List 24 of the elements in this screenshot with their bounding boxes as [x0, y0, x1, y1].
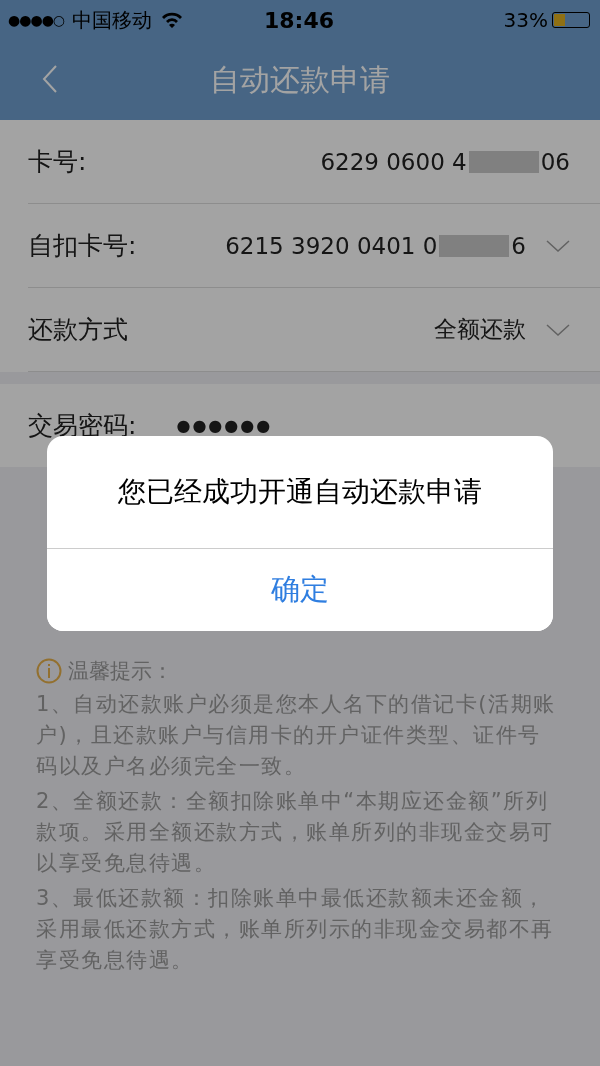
redaction-mark [468, 150, 539, 173]
clock-time: 18:46 [264, 7, 334, 33]
wifi-icon [160, 11, 185, 29]
carrier-name: 中国移动 [72, 6, 153, 34]
page-title: 自动还款申请 [210, 60, 390, 99]
tip-text: 1、自动还款账户必须是您本人名下的借记卡(活期账户)，且还款账户与信用卡的开户证件类型、证件号码以及户名必须完全一致。 [36, 691, 557, 780]
field-label: 卡号: [28, 146, 87, 178]
field-label: 自扣卡号: [28, 230, 137, 262]
card-number-field: 6229 0600 4 06 [320, 148, 570, 175]
info-icon [36, 658, 62, 684]
battery-percent: 33% [503, 8, 548, 32]
tips-title: 温馨提示： [68, 658, 173, 685]
signal-strength: ●●●●○ [8, 12, 65, 28]
battery-icon [552, 12, 590, 28]
tip-text: 2、全额还款：全额扣除账单中“本期应还金额”所列款项。采用全额还款方式，账单所列的非现金交易可以享受免息待遇。 [36, 788, 555, 877]
chevron-down-icon [546, 323, 570, 336]
back-icon[interactable] [42, 64, 58, 94]
chevron-down-icon [546, 239, 570, 252]
password-field[interactable]: ●●●●●● [176, 416, 273, 435]
dropdown-field[interactable]: 全额还款 [434, 314, 570, 345]
dropdown-field[interactable]: 6215 3920 0401 0 6 [225, 232, 570, 259]
tip-text: 3、最低还款额：扣除账单中最低还款额未还金额，采用最低还款方式，账单所列示的非现金交易都不再享受免息待遇。 [36, 885, 555, 974]
field-label: 还款方式 [28, 314, 128, 346]
redaction-mark [439, 234, 510, 257]
